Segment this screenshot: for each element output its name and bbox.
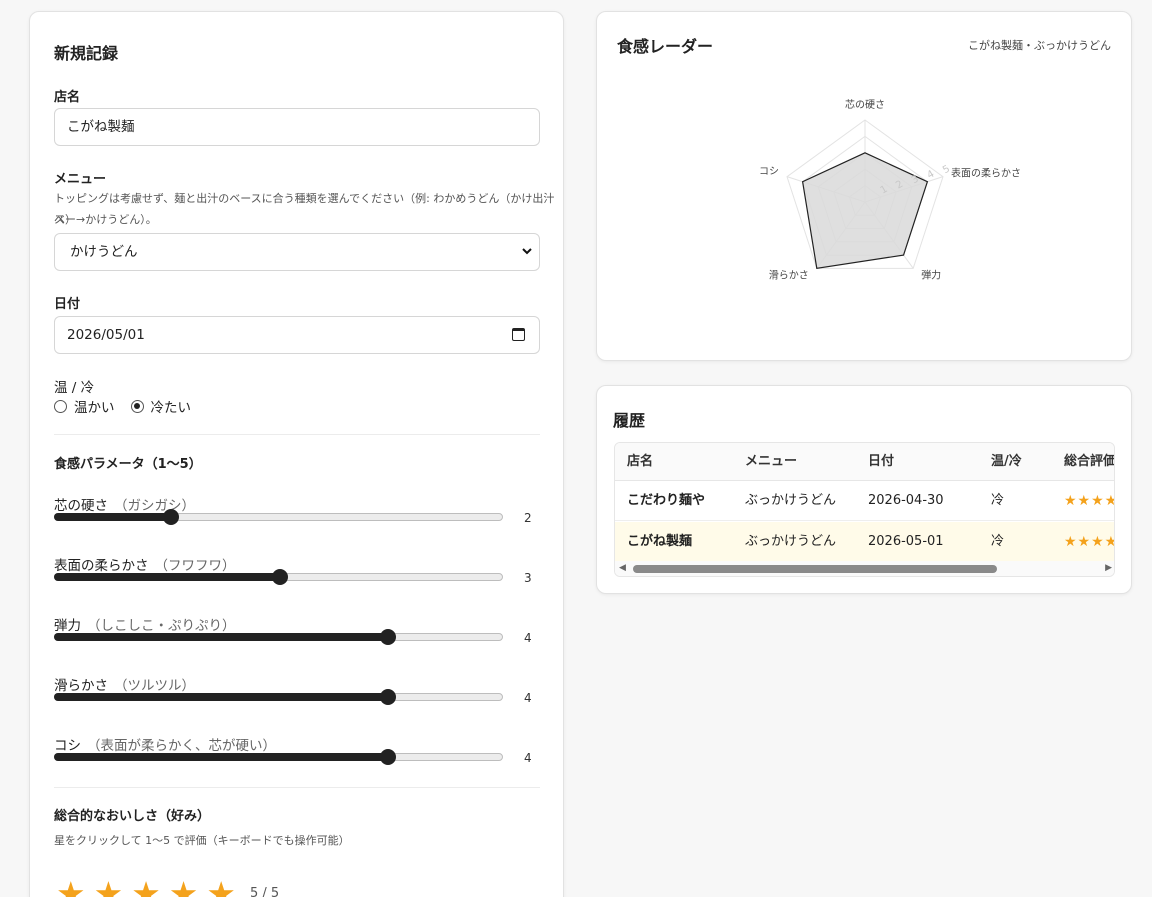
slider-label-hint: （表面が柔らかく、芯が硬い） (87, 738, 276, 754)
rating-stars: ★ ★ ★ ★ ★ 5 / 5 (56, 877, 279, 897)
radar-series-area (801, 152, 929, 270)
texture-slider[interactable] (54, 749, 503, 765)
row-shop: こがね製麺 (627, 534, 693, 549)
slider-value: 2 (524, 511, 532, 525)
shop-input-value: こがね製麺 (67, 119, 135, 135)
history-table[interactable]: 店名 メニュー 日付 温/冷 総合評価 こだわり麺や ぶっかけうどん 2026-… (614, 442, 1115, 577)
slider-label-text: 弾力 (54, 618, 81, 634)
menu-select[interactable]: かけうどん (54, 233, 540, 271)
radar-axis-label: 表面の柔らかさ (951, 167, 1021, 180)
slider-label-hint: （フワフワ） (154, 558, 236, 574)
date-input-value: 2026/05/01 (67, 327, 145, 343)
slider-label-hint: （しこしこ・ぷりぷり） (87, 618, 236, 634)
slider-label-text: 表面の柔らかさ (54, 558, 149, 574)
radar-axis-label: 弾力 (921, 268, 941, 281)
row-temp: 冷 (991, 534, 1005, 549)
history-title: 履歴 (613, 411, 646, 430)
col-rating: 総合評価 (1064, 454, 1115, 469)
table-row[interactable]: こだわり麺や ぶっかけうどん 2026-04-30 冷 ★★★★ (615, 481, 1115, 521)
rating-text: 5 / 5 (249, 886, 280, 897)
date-label: 日付 (54, 297, 81, 312)
history-card: 履歴 店名 メニュー 日付 温/冷 総合評価 こだわり麺や ぶっかけうどん 20… (596, 385, 1132, 594)
slider-fill (54, 693, 388, 701)
star-icon[interactable]: ★ (94, 877, 124, 897)
star-icon[interactable]: ★ (56, 877, 86, 897)
col-menu: メニュー (745, 454, 798, 469)
form-title: 新規記録 (54, 44, 119, 63)
texture-slider[interactable] (54, 509, 503, 525)
table-header: 店名 メニュー 日付 温/冷 総合評価 (615, 443, 1115, 481)
temp-radio-group: 温かい 冷たい (54, 396, 207, 416)
col-temp: 温/冷 (991, 454, 1022, 469)
slider-fill (54, 633, 388, 641)
row-shop: こだわり麺や (627, 493, 706, 508)
menu-label: メニュー (54, 172, 107, 187)
chevron-down-icon (521, 234, 533, 285)
col-shop: 店名 (627, 454, 654, 469)
table-row[interactable]: こがね製麺 ぶっかけうどん 2026-05-01 冷 ★★★★ (615, 522, 1115, 562)
col-date: 日付 (868, 454, 895, 469)
row-menu: ぶっかけうどん (745, 493, 837, 508)
menu-help-line2: ス）→かけうどん）。 (54, 213, 157, 226)
slider-thumb[interactable] (379, 749, 396, 765)
slider-label-text: 滑らかさ (54, 678, 108, 694)
divider (54, 787, 540, 788)
slider-thumb[interactable] (271, 569, 288, 585)
temp-option-cold: 冷たい (150, 400, 192, 416)
shop-label: 店名 (54, 90, 81, 105)
divider (54, 434, 540, 435)
radar-axis-label: 芯の硬さ (845, 98, 885, 111)
star-icon[interactable]: ★ (206, 877, 236, 897)
texture-slider[interactable] (54, 629, 503, 645)
slider-value: 4 (524, 631, 532, 645)
radar-axis-label: コシ (759, 167, 779, 178)
slider-label-hint: （ガシガシ） (114, 498, 195, 514)
horizontal-scrollbar[interactable]: ◀ ▶ (615, 561, 1114, 576)
scroll-left-icon[interactable]: ◀ (619, 563, 626, 573)
row-date: 2026-05-01 (868, 534, 944, 549)
star-icon[interactable]: ★ (131, 877, 161, 897)
scroll-right-icon[interactable]: ▶ (1105, 563, 1112, 573)
slider-label: 表面の柔らかさ （フワフワ） (54, 554, 236, 574)
radar-chart: 1 2 3 4 5芯の硬さ表面の柔らかさ弾力滑らかさコシ (759, 98, 1021, 281)
slider-fill (54, 513, 172, 521)
temp-option-hot: 温かい (74, 400, 115, 416)
row-temp: 冷 (991, 493, 1005, 508)
star-icon[interactable]: ★ (169, 877, 199, 897)
radar-axis-label: 滑らかさ (769, 269, 809, 281)
slider-value: 4 (524, 751, 532, 765)
slider-thumb[interactable] (379, 689, 396, 705)
radar-card: 食感レーダー こがね製麺・ぶっかけうどん 1 2 3 4 5 芯の硬さ 表面の柔らかさ 弾力滑… (596, 11, 1132, 361)
slider-fill (54, 753, 388, 761)
temp-radio-cold[interactable] (130, 399, 144, 413)
row-rating-stars: ★★★★ (1064, 493, 1115, 509)
row-date: 2026-04-30 (868, 493, 944, 508)
slider-label-text: 芯の硬さ (54, 498, 108, 514)
slider-value: 4 (524, 691, 532, 705)
date-input[interactable]: 2026/05/01 (54, 316, 540, 354)
texture-heading: 食感パラメータ（1〜5） (54, 457, 202, 472)
slider-thumb[interactable] (163, 509, 180, 525)
shop-input[interactable]: こがね製麺 (54, 108, 540, 146)
slider-label: 滑らかさ （ツルツル） (54, 674, 195, 694)
slider-fill (54, 573, 280, 581)
temp-radio-hot[interactable] (54, 399, 67, 413)
scrollbar-thumb[interactable] (633, 565, 997, 573)
slider-label: コシ （表面が柔らかく、芯が硬い） (54, 734, 276, 754)
texture-slider[interactable] (54, 569, 503, 585)
row-menu: ぶっかけうどん (745, 534, 837, 549)
new-record-card: 新規記録 店名 こがね製麺 メニュー トッピングは考慮せず、麺と出汁のベースに合… (29, 11, 564, 897)
overall-help: 星をクリックして 1〜5 で評価（キーボードでも操作可能） (54, 834, 350, 847)
slider-label: 弾力 （しこしこ・ぷりぷり） (54, 614, 236, 634)
slider-label-text: コシ (54, 738, 81, 754)
overall-label: 総合的なおいしさ（好み） (54, 809, 211, 824)
slider-value: 3 (524, 571, 532, 585)
slider-label-hint: （ツルツル） (114, 678, 195, 694)
texture-slider[interactable] (54, 689, 503, 705)
calendar-icon[interactable] (512, 328, 525, 341)
row-rating-stars: ★★★★ (1064, 534, 1115, 550)
temp-label: 温 / 冷 (54, 380, 95, 396)
slider-thumb[interactable] (379, 629, 396, 645)
menu-select-value: かけうどん (70, 244, 138, 260)
